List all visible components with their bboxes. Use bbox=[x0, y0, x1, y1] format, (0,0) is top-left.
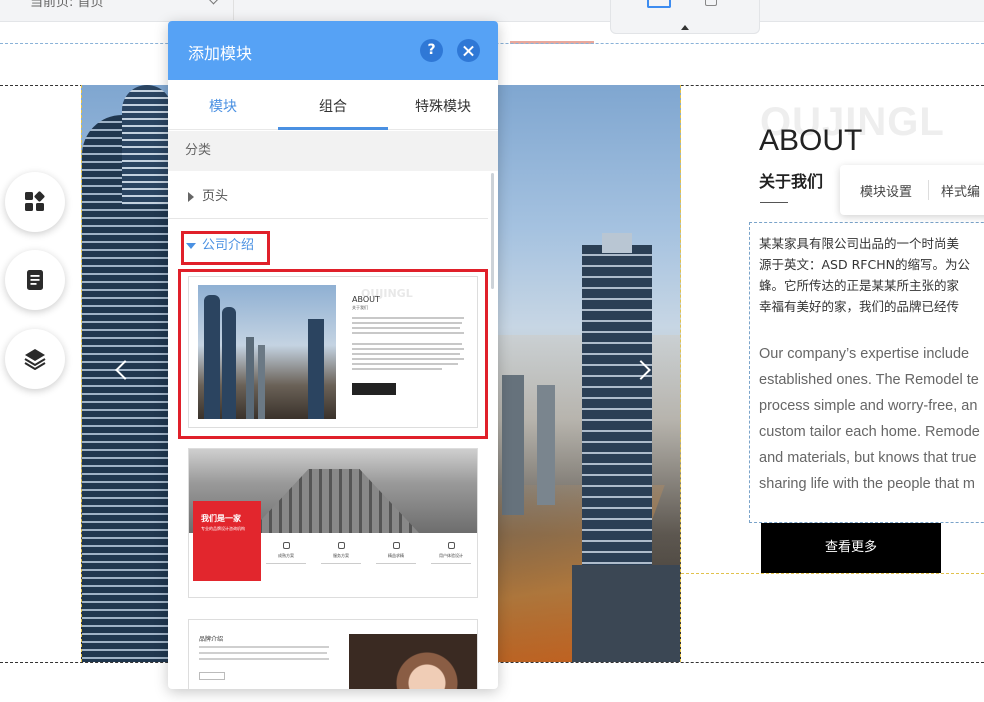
template-red-title: 我们是一家 bbox=[201, 514, 241, 523]
about-zh-line: 幸福有美好的家，我们的品牌已经传 bbox=[759, 299, 960, 314]
template-thumbnail[interactable]: 我们是一家 专业的品牌设计咨询机构 成熟方案 服务方案 精益求精 用户体验设计 bbox=[188, 448, 478, 598]
feature-label: 成熟方案 bbox=[278, 553, 294, 558]
template-text-line bbox=[199, 646, 329, 648]
device-switcher bbox=[610, 0, 760, 34]
template-text-line bbox=[199, 652, 327, 654]
about-title: ABOUT bbox=[759, 124, 863, 157]
close-icon[interactable] bbox=[457, 39, 480, 62]
feature-label: 服务方案 bbox=[333, 553, 349, 558]
about-en-line: Our company’s expertise include bbox=[759, 346, 970, 362]
template-text-line bbox=[199, 658, 329, 660]
template-feature: 服务方案 bbox=[316, 542, 366, 564]
slider-tower bbox=[122, 85, 172, 205]
page-rail-button[interactable] bbox=[5, 250, 65, 310]
about-en-line: process simple and worry-free, an bbox=[759, 398, 978, 414]
template-building bbox=[249, 469, 419, 533]
desktop-icon[interactable] bbox=[647, 0, 671, 8]
feature-line bbox=[266, 563, 306, 564]
feature-icon bbox=[392, 542, 400, 549]
about-subtitle: 关于我们 bbox=[759, 172, 824, 191]
panel-header: 添加模块 ? bbox=[168, 21, 498, 80]
tab-special-modules[interactable]: 特殊模块 bbox=[388, 96, 498, 116]
about-en-line: sharing life with the people that m bbox=[759, 476, 976, 492]
mobile-icon[interactable] bbox=[705, 0, 717, 6]
tab-modules[interactable]: 模块 bbox=[168, 96, 278, 116]
active-tab-indicator bbox=[278, 127, 388, 130]
feature-line bbox=[431, 563, 471, 564]
about-en-line: established ones. The Remodel te bbox=[759, 372, 979, 388]
template-photo bbox=[349, 634, 477, 689]
highlight-template-box bbox=[178, 269, 488, 439]
page-selector[interactable]: 当前页: 首页 bbox=[14, 0, 234, 20]
slider-tower bbox=[502, 375, 524, 515]
layers-icon bbox=[24, 349, 46, 370]
template-feature: 用户体验设计 bbox=[426, 542, 476, 564]
toolbar-divider bbox=[928, 180, 929, 200]
feature-line bbox=[376, 563, 416, 564]
add-module-icon bbox=[25, 191, 45, 211]
slider-tower bbox=[602, 233, 632, 253]
chevron-down-icon bbox=[208, 0, 219, 5]
about-zh-text: 某某家具有限公司出品的一个时尚美 源于英文：ASD RFCHN的缩写。为公 蜂。… bbox=[759, 233, 984, 317]
page-selector-label: 当前页: 首页 bbox=[30, 0, 104, 10]
slider-tower bbox=[572, 565, 680, 662]
about-zh-line: 某某家具有限公司出品的一个时尚美 bbox=[759, 236, 960, 251]
category-header-item[interactable]: 页头 bbox=[168, 171, 488, 219]
category-label: 页头 bbox=[202, 189, 229, 204]
module-boundary bbox=[681, 573, 984, 574]
template-feature: 精益求精 bbox=[371, 542, 421, 564]
tab-combos[interactable]: 组合 bbox=[278, 96, 388, 116]
about-en-text: Our company’s expertise include establis… bbox=[759, 341, 984, 497]
category-header: 分类 bbox=[168, 131, 498, 171]
about-en-line: custom tailor each home. Remode bbox=[759, 424, 980, 440]
feature-label: 精益求精 bbox=[388, 553, 404, 558]
feature-icon bbox=[447, 542, 455, 549]
panel-tabs: 模块 组合 特殊模块 bbox=[168, 80, 498, 130]
help-icon[interactable]: ? bbox=[420, 39, 443, 62]
panel-scrollbar[interactable] bbox=[491, 173, 494, 289]
add-module-rail-button[interactable] bbox=[5, 172, 65, 232]
module-settings-button[interactable]: 模块设置 bbox=[860, 181, 912, 200]
feature-icon bbox=[337, 542, 345, 549]
page-icon bbox=[27, 270, 43, 290]
highlight-category-box bbox=[181, 231, 270, 265]
template-thumbnail[interactable]: 品牌介绍 bbox=[188, 619, 478, 689]
style-edit-button[interactable]: 样式编 bbox=[941, 181, 980, 200]
template-red-subtitle: 专业的品牌设计咨询机构 bbox=[201, 526, 245, 531]
view-more-button[interactable]: 查看更多 bbox=[761, 523, 941, 573]
about-divider bbox=[760, 202, 788, 203]
top-toolbar: 当前页: 首页 bbox=[0, 0, 984, 22]
panel-title: 添加模块 bbox=[188, 44, 253, 63]
module-toolbar: 模块设置 样式编 bbox=[840, 165, 984, 215]
feature-icon bbox=[282, 542, 290, 549]
template-red-block: 我们是一家 专业的品牌设计咨询机构 bbox=[193, 501, 261, 581]
about-text-module[interactable]: 某某家具有限公司出品的一个时尚美 源于英文：ASD RFCHN的缩写。为公 蜂。… bbox=[749, 222, 984, 523]
about-en-line: and materials, but knows that true bbox=[759, 450, 977, 466]
add-module-panel: 添加模块 ? 模块 组合 特殊模块 分类 页头 公司介绍 OUJINGL ABO… bbox=[168, 21, 498, 689]
template-feature: 成熟方案 bbox=[261, 542, 311, 564]
feature-line bbox=[321, 563, 361, 564]
template-button bbox=[199, 672, 225, 680]
template-heading: 品牌介绍 bbox=[199, 636, 224, 643]
caret-right-icon bbox=[188, 192, 194, 202]
layers-rail-button[interactable] bbox=[5, 329, 65, 389]
about-zh-line: 蜂。它所传达的正是某某所主张的家 bbox=[759, 278, 960, 293]
feature-label: 用户体验设计 bbox=[439, 553, 463, 558]
active-device-indicator-icon bbox=[681, 25, 689, 30]
about-zh-line: 源于英文：ASD RFCHN的缩写。为公 bbox=[759, 257, 970, 272]
slider-tower bbox=[537, 385, 555, 505]
editor-canvas: 当前页: 首页 OUJINGL ABOUT 关于我们 某某家具有限公司出品的一个… bbox=[0, 0, 984, 702]
